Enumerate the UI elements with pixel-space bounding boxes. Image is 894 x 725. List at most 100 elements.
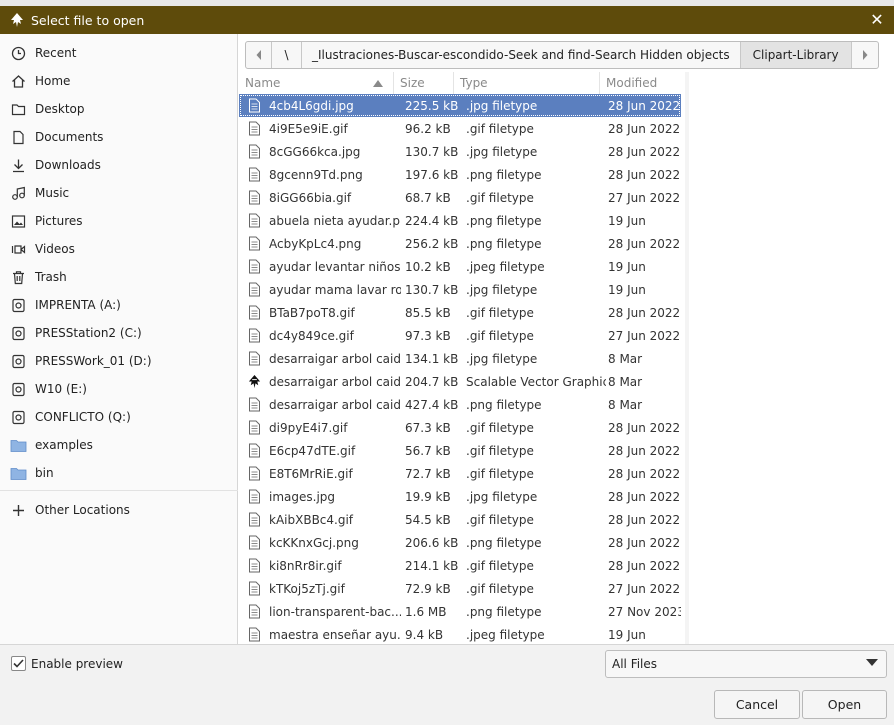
file-size: 19.9 kB (405, 489, 451, 504)
sidebar-item-bin[interactable]: bin (0, 460, 238, 486)
sidebar-item-label: Pictures (35, 214, 83, 228)
file-name: di9pyE4i7.gif (269, 420, 348, 435)
file-type: .gif filetype (466, 305, 534, 320)
sidebar-item-downloads[interactable]: Downloads (0, 152, 238, 178)
file-icon (239, 627, 269, 642)
file-modified: 8 Mar (608, 374, 643, 389)
file-size: 72.9 kB (405, 581, 451, 596)
column-header-type[interactable]: Type (454, 72, 600, 94)
sidebar-item-desktop[interactable]: Desktop (0, 96, 238, 122)
path-root-button[interactable]: \ (272, 42, 302, 68)
table-row[interactable]: E6cp47dTE.gif 56.7 kB .gif filetype 28 Jun … (239, 439, 681, 462)
sidebar-item-other-locations[interactable]: Other Locations (0, 497, 238, 523)
sidebar-item-drive-d[interactable]: PRESSWork_01 (D:) (0, 348, 238, 374)
file-type: Scalable Vector Graphics (466, 374, 606, 389)
sidebar-item-pictures[interactable]: Pictures (0, 208, 238, 234)
sidebar-divider (0, 490, 238, 491)
column-header-size[interactable]: Size (394, 72, 454, 94)
plus-icon (10, 502, 27, 519)
table-row[interactable]: BTaB7poT8.gif 85.5 kB .gif filetype 28 Jun … (239, 301, 681, 324)
sidebar-item-videos[interactable]: Videos (0, 236, 238, 262)
file-type: .jpg filetype (466, 282, 538, 297)
file-size: 204.7 kB (405, 374, 459, 389)
enable-preview-checkbox[interactable] (11, 656, 26, 671)
sidebar-item-recent[interactable]: Recent (0, 40, 238, 66)
sidebar-item-label: Music (35, 186, 70, 200)
sidebar-item-documents[interactable]: Documents (0, 124, 238, 150)
file-type: .jpeg filetype (466, 259, 545, 274)
table-row[interactable]: E8T6MrRiE.gif 72.7 kB .gif filetype 28 Jun … (239, 462, 681, 485)
table-row[interactable]: desarraigar arbol caid... 427.4 kB .png fi… (239, 393, 681, 416)
file-type-filter-select[interactable]: All Files (605, 650, 887, 678)
file-modified: 19 Jun (608, 213, 646, 228)
sidebar-item-home[interactable]: Home (0, 68, 238, 94)
table-row[interactable]: di9pyE4i7.gif 67.3 kB .gif filetype 28 Jun … (239, 416, 681, 439)
file-size: 130.7 kB (405, 144, 459, 159)
sidebar-item-music[interactable]: Music (0, 180, 238, 206)
table-row[interactable]: 4cb4L6gdi.jpg 225.5 kB .jpg filetype 28 Jun… (239, 94, 681, 117)
table-row[interactable]: maestra enseñar ayu... 9.4 kB .jpeg filety… (239, 623, 681, 644)
title-bar[interactable]: Select file to open ✕ (0, 6, 894, 34)
sidebar-item-trash[interactable]: Trash (0, 264, 238, 290)
folder-icon (10, 101, 27, 118)
column-header-name[interactable]: Name (239, 72, 394, 94)
file-modified: 19 Jun (608, 282, 646, 297)
file-size: 197.6 kB (405, 167, 459, 182)
path-current-button[interactable]: Clipart-Library (740, 42, 852, 68)
table-row[interactable]: kcKKnxGcj.png 206.6 kB .png filetype 28 Jun… (239, 531, 681, 554)
music-icon (10, 185, 27, 202)
table-row[interactable]: kAibXBBc4.gif 54.5 kB .gif filetype 28 Jun … (239, 508, 681, 531)
table-row[interactable]: images.jpg 19.9 kB .jpg filetype 28 Jun 202… (239, 485, 681, 508)
file-name: 8iGG66bia.gif (269, 190, 352, 205)
sidebar-item-drive-a[interactable]: IMPRENTA (A:) (0, 292, 238, 318)
file-list: Name Size Type Modified 4cb4L6gdi.jpg 225… (239, 72, 681, 644)
enable-preview-label: Enable preview (31, 657, 123, 671)
sidebar-item-drive-c[interactable]: PRESStation2 (C:) (0, 320, 238, 346)
sidebar-item-drive-q[interactable]: CONFLICTO (Q:) (0, 404, 238, 430)
file-icon (239, 351, 269, 366)
file-modified: 28 Jun 2022 (608, 98, 681, 113)
scrollbar[interactable] (683, 72, 691, 644)
table-row[interactable]: 4i9E5e9iE.gif 96.2 kB .gif filetype 28 Jun … (239, 117, 681, 140)
table-row[interactable]: AcbyKpLc4.png 256.2 kB .png filetype 28 Jun… (239, 232, 681, 255)
path-segment-button[interactable]: _Ilustraciones-Buscar-escondido-Seek and… (302, 42, 741, 68)
open-button[interactable]: Open (802, 690, 887, 719)
file-size: 54.5 kB (405, 512, 451, 527)
file-type: .jpg filetype (466, 489, 538, 504)
table-row[interactable]: dc4y849ce.gif 97.3 kB .gif filetype 27 Jun … (239, 324, 681, 347)
table-row[interactable]: 8gcenn9Td.png 197.6 kB .png filetype 28 Jun… (239, 163, 681, 186)
sidebar-item-drive-e[interactable]: W10 (E:) (0, 376, 238, 402)
table-row[interactable]: 8iGG66bia.gif 68.7 kB .gif filetype 27 Jun … (239, 186, 681, 209)
close-icon[interactable]: ✕ (868, 11, 886, 29)
table-row[interactable]: 8cGG66kca.jpg 130.7 kB .jpg filetype 28 Jun… (239, 140, 681, 163)
table-row[interactable]: desarraigar arbol caid... 134.1 kB .jpg fi… (239, 347, 681, 370)
file-icon (239, 489, 269, 504)
drive-icon (10, 381, 27, 398)
table-row[interactable]: lion-transparent-bac... 1.6 MB .png filety… (239, 600, 681, 623)
file-icon (239, 167, 269, 182)
sidebar-item-examples[interactable]: examples (0, 432, 238, 458)
file-type: .gif filetype (466, 121, 534, 136)
download-icon (10, 157, 27, 174)
path-forward-button[interactable] (852, 42, 878, 68)
file-icon (239, 397, 269, 412)
table-row[interactable]: ayudar mama lavar ro... 130.7 kB .jpg file… (239, 278, 681, 301)
table-row[interactable]: ayudar levantar niños... 10.2 kB .jpeg fil… (239, 255, 681, 278)
file-type: .gif filetype (466, 443, 534, 458)
column-header-modified[interactable]: Modified (600, 72, 681, 94)
file-modified: 28 Jun 2022 (608, 121, 681, 136)
file-size: 56.7 kB (405, 443, 451, 458)
path-back-button[interactable] (246, 42, 272, 68)
file-name: kAibXBBc4.gif (269, 512, 354, 527)
table-row[interactable]: ki8nRr8ir.gif 214.1 kB .gif filetype 28 Jun… (239, 554, 681, 577)
file-type: .gif filetype (466, 512, 534, 527)
file-size: 214.1 kB (405, 558, 459, 573)
file-name: lion-transparent-bac... (269, 604, 401, 619)
table-row[interactable]: desarraigar arbol caid... 204.7 kB Scalabl… (239, 370, 681, 393)
file-name: desarraigar arbol caid... (269, 351, 401, 366)
file-icon (239, 535, 269, 550)
table-row[interactable]: kTKoj5zTj.gif 72.9 kB .gif filetype 27 Jun … (239, 577, 681, 600)
scrollbar-track (685, 72, 689, 644)
cancel-button[interactable]: Cancel (714, 690, 800, 719)
table-row[interactable]: abuela nieta ayudar.p... 224.4 kB .png fil… (239, 209, 681, 232)
